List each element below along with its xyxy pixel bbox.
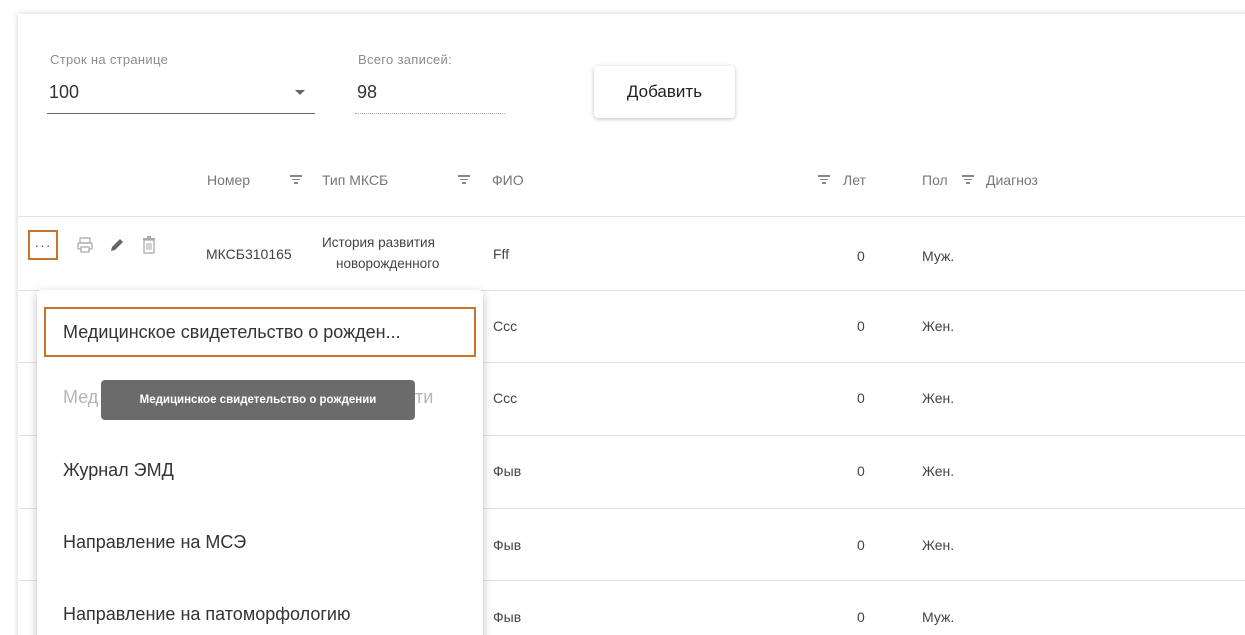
cell-type-line1: История развития [322,235,435,250]
menu-item-birth-certificate[interactable]: Медицинское свидетельство о рожден... [44,307,476,357]
row-divider [18,216,1245,217]
chevron-down-icon [295,90,305,95]
cell-type-line2: новорожденного [336,256,440,271]
filter-icon[interactable] [962,175,974,185]
menu-item-mse-referral[interactable]: Направление на МСЭ [37,517,483,567]
cell-sex: Муж. [922,248,955,264]
cell-fio: Фыв [493,609,522,625]
cell-age: 0 [857,609,865,625]
column-header-fio[interactable]: ФИО [492,172,524,188]
filter-icon[interactable] [818,175,830,185]
cell-number: МКСБ310165 [206,246,292,262]
print-icon[interactable] [74,233,96,257]
cell-age: 0 [857,390,865,406]
cell-age: 0 [857,318,865,334]
rows-per-page-label: Строк на странице [50,52,169,67]
cell-sex: Жен. [922,537,955,553]
tooltip: Медицинское свидетельство о рождении [101,380,415,420]
column-header-age[interactable]: Лет [843,172,866,188]
edit-icon[interactable] [106,233,128,257]
cell-sex: Муж. [922,609,955,625]
column-header-type[interactable]: Тип МКСБ [322,172,388,188]
cell-sex: Жен. [922,390,955,406]
cell-sex: Жен. [922,318,955,334]
total-records-label: Всего записей: [358,52,452,67]
cell-age: 0 [857,537,865,553]
rows-per-page-value: 100 [49,82,80,102]
rows-per-page-select[interactable]: 100 [47,78,315,114]
more-actions-button[interactable]: ··· [28,230,58,260]
menu-item-emd-journal[interactable]: Журнал ЭМД [37,445,483,495]
menu-item-disabled-label: Мед [63,386,99,407]
menu-item-disabled-suffix: ти [415,386,434,407]
total-records-value: 98 [357,82,378,102]
column-header-number[interactable]: Номер [207,172,250,188]
menu-item-pathomorphology-referral[interactable]: Направление на патоморфологию [37,589,483,635]
cell-sex: Жен. [922,463,955,479]
cell-fio: Фыв [493,537,522,553]
column-header-diagnosis[interactable]: Диагноз [986,172,1038,188]
column-header-sex[interactable]: Пол [922,172,948,188]
cell-fio: Ccc [493,318,518,334]
cell-age: 0 [857,248,865,264]
filter-icon[interactable] [458,175,470,185]
cell-fio: Фыв [493,463,522,479]
cell-age: 0 [857,463,865,479]
total-records-field: 98 [355,78,505,114]
cell-fio: Ccc [493,390,518,406]
delete-icon[interactable] [138,233,160,257]
filter-icon[interactable] [290,175,302,185]
cell-fio: Fff [493,246,510,262]
add-button[interactable]: Добавить [594,66,735,118]
row-actions-menu: Медицинское свидетельство о рожден... Ме… [37,290,483,635]
